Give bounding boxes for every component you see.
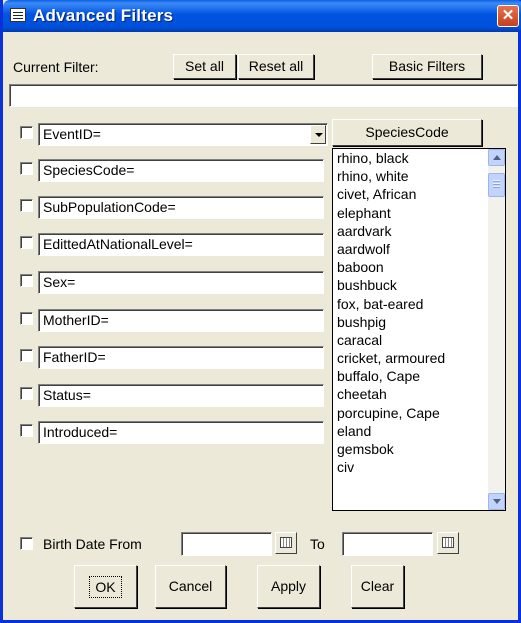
- field-input[interactable]: EventID=: [38, 123, 328, 146]
- birth-date-from-field[interactable]: [181, 532, 272, 556]
- field-label: SpeciesCode=: [43, 162, 135, 178]
- field-label: FatherID=: [43, 349, 106, 365]
- field-label: Status=: [43, 387, 91, 403]
- list-item[interactable]: eland: [333, 422, 505, 440]
- field-checkbox[interactable]: [20, 349, 33, 362]
- species-code-button[interactable]: SpeciesCode: [332, 119, 482, 146]
- list-item[interactable]: cricket, armoured: [333, 349, 505, 367]
- list-item[interactable]: bushpig: [333, 313, 505, 331]
- field-checkbox[interactable]: [20, 424, 33, 437]
- calendar-from-icon[interactable]: [275, 532, 297, 554]
- birth-date-label: Birth Date From: [43, 536, 142, 552]
- apply-button[interactable]: Apply: [257, 565, 320, 608]
- field-label: EventID=: [43, 126, 101, 142]
- list-item[interactable]: baboon: [333, 258, 505, 276]
- field-label: Sex=: [43, 274, 76, 290]
- field-input[interactable]: Sex=: [38, 271, 324, 294]
- species-list[interactable]: rhino, black rhino, white civet, African el…: [332, 148, 506, 511]
- scroll-up-icon[interactable]: [488, 149, 505, 166]
- scroll-down-icon[interactable]: [488, 493, 505, 510]
- list-item[interactable]: cheetah: [333, 385, 505, 403]
- list-item[interactable]: rhino, white: [333, 167, 505, 185]
- field-checkbox[interactable]: [20, 236, 33, 249]
- close-button[interactable]: ✕: [497, 5, 519, 27]
- field-checkbox[interactable]: [20, 199, 33, 212]
- field-input[interactable]: FatherID=: [38, 346, 324, 369]
- field-label: SubPopulationCode=: [43, 199, 176, 215]
- clear-button[interactable]: Clear: [351, 565, 404, 608]
- birth-date-checkbox[interactable]: [20, 537, 33, 550]
- field-label: EdittedAtNationalLevel=: [43, 236, 193, 252]
- field-input[interactable]: MotherID=: [38, 309, 324, 332]
- list-item[interactable]: fox, bat-eared: [333, 295, 505, 313]
- advanced-filters-dialog: Advanced Filters ✕ Current Filter: Set a…: [0, 0, 521, 623]
- calendar-to-icon[interactable]: [437, 532, 459, 554]
- list-item[interactable]: civ: [333, 458, 505, 476]
- list-item[interactable]: buffalo, Cape: [333, 367, 505, 385]
- basic-filters-button[interactable]: Basic Filters: [372, 54, 482, 79]
- field-label: MotherID=: [43, 312, 109, 328]
- cancel-button[interactable]: Cancel: [155, 565, 226, 608]
- form-icon: [10, 8, 26, 22]
- field-input[interactable]: EdittedAtNationalLevel=: [38, 233, 324, 256]
- title-bar[interactable]: Advanced Filters ✕: [3, 0, 521, 32]
- list-item[interactable]: civet, African: [333, 185, 505, 203]
- field-label: Introduced=: [43, 424, 118, 440]
- dialog-body: Current Filter: Set all Reset all Basic …: [6, 32, 521, 620]
- ok-button[interactable]: OK: [74, 565, 137, 608]
- field-checkbox[interactable]: [20, 312, 33, 325]
- field-checkbox[interactable]: [20, 162, 33, 175]
- field-input[interactable]: SpeciesCode=: [38, 159, 324, 182]
- current-filter-field[interactable]: [9, 84, 518, 107]
- list-item[interactable]: gemsbok: [333, 440, 505, 458]
- reset-all-button[interactable]: Reset all: [238, 54, 314, 79]
- list-item[interactable]: porcupine, Cape: [333, 404, 505, 422]
- current-filter-label: Current Filter:: [13, 59, 99, 75]
- field-checkbox[interactable]: [20, 387, 33, 400]
- list-item[interactable]: rhino, black: [333, 149, 505, 167]
- field-checkbox[interactable]: [20, 274, 33, 287]
- list-item[interactable]: caracal: [333, 331, 505, 349]
- list-item[interactable]: bushbuck: [333, 276, 505, 294]
- field-input[interactable]: Status=: [38, 384, 324, 407]
- field-input[interactable]: SubPopulationCode=: [38, 196, 324, 219]
- list-item[interactable]: aardvark: [333, 222, 505, 240]
- window-title: Advanced Filters: [33, 6, 174, 25]
- dropdown-arrow-icon[interactable]: [310, 125, 326, 144]
- scroll-thumb[interactable]: [488, 173, 505, 197]
- species-scrollbar[interactable]: [488, 149, 505, 510]
- ok-label: OK: [89, 576, 122, 598]
- list-item[interactable]: elephant: [333, 204, 505, 222]
- field-input[interactable]: Introduced=: [38, 421, 324, 444]
- list-item[interactable]: aardwolf: [333, 240, 505, 258]
- birth-date-to-field[interactable]: [342, 532, 433, 556]
- set-all-button[interactable]: Set all: [173, 54, 236, 79]
- field-checkbox[interactable]: [20, 126, 33, 139]
- to-label: To: [310, 536, 325, 552]
